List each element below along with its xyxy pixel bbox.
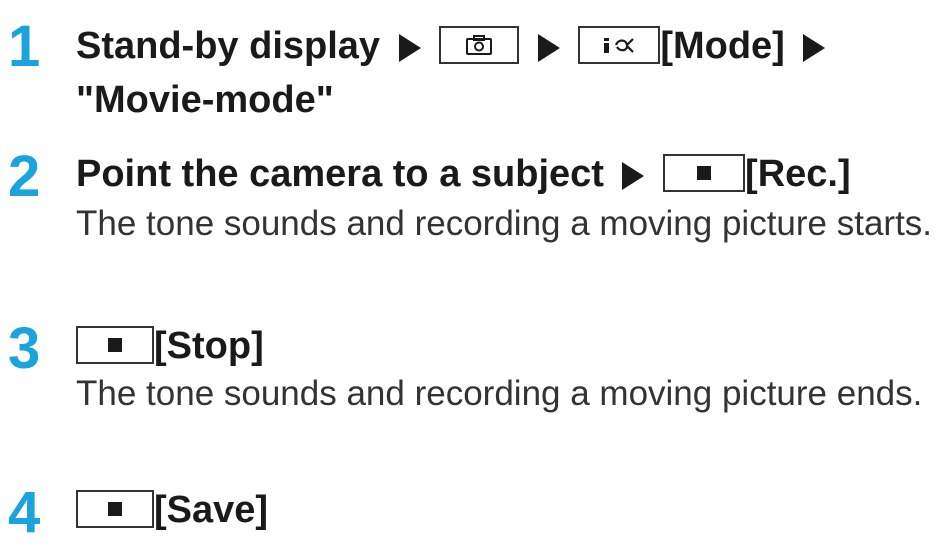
instruction-text: Point the camera to a subject <box>76 153 604 195</box>
arrow-icon <box>622 162 645 190</box>
center-key-button[interactable] <box>663 154 746 192</box>
camera-key-button[interactable] <box>439 26 520 64</box>
arrow-icon <box>537 34 560 62</box>
arrow-icon <box>803 34 826 62</box>
step-instruction: [Stop] <box>76 324 264 368</box>
step-number: 4 <box>8 480 41 545</box>
mode-key-label: [Mode] <box>660 25 785 67</box>
square-icon <box>697 166 712 180</box>
instruction-continuation: "Movie-mode" <box>76 79 334 121</box>
mode-key-button[interactable] <box>578 26 661 64</box>
square-icon <box>108 502 122 516</box>
step-number: 2 <box>8 144 41 209</box>
step-description: The tone sounds and recording a moving p… <box>76 374 923 413</box>
stop-key-label: [Stop] <box>154 325 264 367</box>
step-description: The tone sounds and recording a moving p… <box>76 204 933 243</box>
step-instruction: Stand-by display [Mode] <box>76 24 833 68</box>
center-key-button[interactable] <box>76 326 154 364</box>
step-number: 1 <box>8 14 41 79</box>
camera-icon <box>466 35 493 55</box>
center-key-button[interactable] <box>76 490 154 528</box>
arrow-icon <box>398 34 421 62</box>
step-instruction: Point the camera to a subject [Rec.] <box>76 152 851 196</box>
rec-key-label: [Rec.] <box>745 153 851 195</box>
step-number: 3 <box>8 316 41 381</box>
square-icon <box>108 338 122 352</box>
step-instruction: [Save] <box>76 488 268 532</box>
i-alpha-icon <box>604 38 635 53</box>
save-key-label: [Save] <box>154 489 269 531</box>
instruction-text: Stand-by display <box>76 25 381 67</box>
